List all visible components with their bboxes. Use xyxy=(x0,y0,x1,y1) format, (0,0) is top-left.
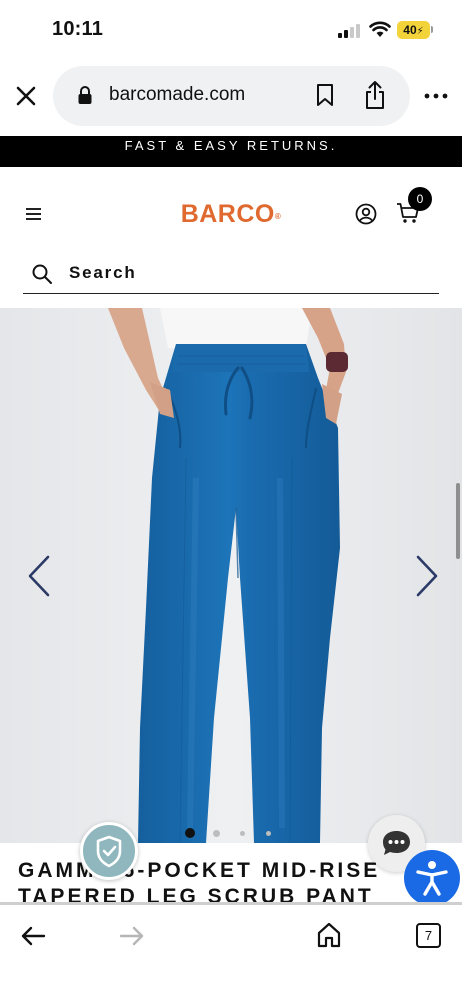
security-shield-badge[interactable] xyxy=(80,822,138,880)
lock-icon xyxy=(78,86,92,104)
account-icon[interactable] xyxy=(355,203,377,225)
shield-check-icon xyxy=(96,835,122,868)
search-label: Search xyxy=(69,263,137,282)
gallery-previous-arrow[interactable] xyxy=(26,555,52,597)
charging-bolt-icon: ⚡ xyxy=(416,26,424,37)
logo-text: BARCO xyxy=(180,200,275,228)
status-time: 10:11 xyxy=(52,18,104,40)
forward-arrow-icon[interactable] xyxy=(119,925,145,947)
gallery-pagination[interactable] xyxy=(185,828,285,840)
bookmark-icon[interactable] xyxy=(315,83,335,107)
share-icon[interactable] xyxy=(363,80,387,110)
home-icon[interactable] xyxy=(316,921,342,949)
promo-banner[interactable]: FAST & EASY RETURNS. xyxy=(0,136,462,167)
gallery-dot[interactable] xyxy=(239,830,245,836)
scrollbar[interactable] xyxy=(456,483,460,559)
browser-bottom-toolbar: 7 xyxy=(0,902,462,1000)
product-image[interactable] xyxy=(0,308,462,843)
battery-level: 40 xyxy=(403,23,417,37)
tabs-button[interactable]: 7 xyxy=(416,923,441,948)
address-bar[interactable]: barcomade.com xyxy=(53,66,410,126)
more-options-icon[interactable] xyxy=(423,86,449,106)
gallery-dot[interactable] xyxy=(212,829,220,837)
gallery-next-arrow[interactable] xyxy=(414,555,440,597)
search-input[interactable]: Search xyxy=(23,254,439,294)
wifi-icon xyxy=(369,21,391,37)
url-text: barcomade.com xyxy=(109,84,246,105)
status-bar: 10:11 40⚡ xyxy=(0,0,462,60)
cellular-signal-icon xyxy=(338,24,362,38)
battery-tip xyxy=(431,26,433,33)
back-arrow-icon[interactable] xyxy=(20,925,46,947)
cart-count-badge[interactable]: 0 xyxy=(408,187,432,211)
search-icon xyxy=(32,264,52,284)
accessibility-icon xyxy=(416,861,448,896)
brand-logo[interactable]: BARCO® xyxy=(0,200,462,229)
gallery-dot[interactable] xyxy=(185,828,195,838)
accessibility-button[interactable] xyxy=(404,850,460,906)
battery-indicator: 40⚡ xyxy=(397,21,430,39)
gallery-dot[interactable] xyxy=(265,830,271,836)
scrub-pant-illustration xyxy=(0,308,462,843)
close-icon[interactable] xyxy=(12,82,40,110)
registered-mark: ® xyxy=(274,212,282,221)
